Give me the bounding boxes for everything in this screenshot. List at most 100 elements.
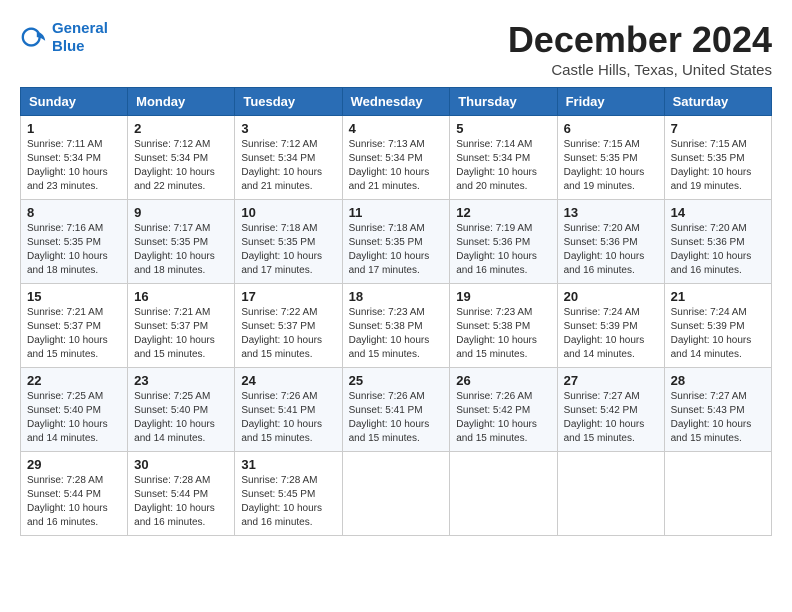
day-detail: Sunrise: 7:25 AMSunset: 5:40 PMDaylight:… (27, 391, 108, 444)
day-number: 4 (349, 121, 444, 136)
day-number: 24 (241, 373, 335, 388)
day-detail: Sunrise: 7:18 AMSunset: 5:35 PMDaylight:… (349, 223, 430, 276)
day-number: 13 (564, 205, 658, 220)
day-detail: Sunrise: 7:24 AMSunset: 5:39 PMDaylight:… (564, 307, 645, 360)
table-row: 26 Sunrise: 7:26 AMSunset: 5:42 PMDaylig… (450, 367, 557, 451)
day-detail: Sunrise: 7:21 AMSunset: 5:37 PMDaylight:… (27, 307, 108, 360)
day-number: 9 (134, 205, 228, 220)
table-row: 29 Sunrise: 7:28 AMSunset: 5:44 PMDaylig… (21, 451, 128, 535)
table-row: 2 Sunrise: 7:12 AMSunset: 5:34 PMDayligh… (128, 115, 235, 199)
day-detail: Sunrise: 7:19 AMSunset: 5:36 PMDaylight:… (456, 223, 537, 276)
day-number: 27 (564, 373, 658, 388)
day-number: 25 (349, 373, 444, 388)
calendar-table: Sunday Monday Tuesday Wednesday Thursday… (20, 87, 772, 536)
day-number: 29 (27, 457, 121, 472)
table-row: 4 Sunrise: 7:13 AMSunset: 5:34 PMDayligh… (342, 115, 450, 199)
table-row: 21 Sunrise: 7:24 AMSunset: 5:39 PMDaylig… (664, 283, 771, 367)
page-container: General Blue December 2024 Castle Hills,… (20, 20, 772, 536)
table-row: 31 Sunrise: 7:28 AMSunset: 5:45 PMDaylig… (235, 451, 342, 535)
location-title: Castle Hills, Texas, United States (508, 62, 772, 79)
day-detail: Sunrise: 7:20 AMSunset: 5:36 PMDaylight:… (671, 223, 752, 276)
day-detail: Sunrise: 7:11 AMSunset: 5:34 PMDaylight:… (27, 139, 108, 192)
day-number: 6 (564, 121, 658, 136)
day-number: 19 (456, 289, 550, 304)
day-number: 22 (27, 373, 121, 388)
day-detail: Sunrise: 7:26 AMSunset: 5:41 PMDaylight:… (241, 391, 322, 444)
table-row: 30 Sunrise: 7:28 AMSunset: 5:44 PMDaylig… (128, 451, 235, 535)
table-row: 19 Sunrise: 7:23 AMSunset: 5:38 PMDaylig… (450, 283, 557, 367)
day-detail: Sunrise: 7:17 AMSunset: 5:35 PMDaylight:… (134, 223, 215, 276)
header: General Blue December 2024 Castle Hills,… (20, 20, 772, 79)
col-tuesday: Tuesday (235, 87, 342, 115)
col-friday: Friday (557, 87, 664, 115)
day-number: 14 (671, 205, 765, 220)
day-detail: Sunrise: 7:27 AMSunset: 5:43 PMDaylight:… (671, 391, 752, 444)
logo-line1: General (52, 20, 108, 37)
day-number: 23 (134, 373, 228, 388)
table-row: 8 Sunrise: 7:16 AMSunset: 5:35 PMDayligh… (21, 199, 128, 283)
day-number: 8 (27, 205, 121, 220)
day-detail: Sunrise: 7:12 AMSunset: 5:34 PMDaylight:… (134, 139, 215, 192)
calendar-row: 15 Sunrise: 7:21 AMSunset: 5:37 PMDaylig… (21, 283, 772, 367)
table-row: 12 Sunrise: 7:19 AMSunset: 5:36 PMDaylig… (450, 199, 557, 283)
calendar-row: 8 Sunrise: 7:16 AMSunset: 5:35 PMDayligh… (21, 199, 772, 283)
day-detail: Sunrise: 7:27 AMSunset: 5:42 PMDaylight:… (564, 391, 645, 444)
day-detail: Sunrise: 7:21 AMSunset: 5:37 PMDaylight:… (134, 307, 215, 360)
month-title: December 2024 (508, 20, 772, 60)
table-row: 15 Sunrise: 7:21 AMSunset: 5:37 PMDaylig… (21, 283, 128, 367)
logo: General Blue (20, 20, 108, 56)
table-row: 13 Sunrise: 7:20 AMSunset: 5:36 PMDaylig… (557, 199, 664, 283)
day-number: 21 (671, 289, 765, 304)
day-detail: Sunrise: 7:12 AMSunset: 5:34 PMDaylight:… (241, 139, 322, 192)
day-number: 20 (564, 289, 658, 304)
table-row: 23 Sunrise: 7:25 AMSunset: 5:40 PMDaylig… (128, 367, 235, 451)
day-detail: Sunrise: 7:26 AMSunset: 5:41 PMDaylight:… (349, 391, 430, 444)
day-number: 30 (134, 457, 228, 472)
col-saturday: Saturday (664, 87, 771, 115)
table-row: 3 Sunrise: 7:12 AMSunset: 5:34 PMDayligh… (235, 115, 342, 199)
title-area: December 2024 Castle Hills, Texas, Unite… (508, 20, 772, 79)
calendar-row: 22 Sunrise: 7:25 AMSunset: 5:40 PMDaylig… (21, 367, 772, 451)
calendar-header-row: Sunday Monday Tuesday Wednesday Thursday… (21, 87, 772, 115)
table-row (342, 451, 450, 535)
table-row: 22 Sunrise: 7:25 AMSunset: 5:40 PMDaylig… (21, 367, 128, 451)
calendar-row: 1 Sunrise: 7:11 AMSunset: 5:34 PMDayligh… (21, 115, 772, 199)
day-detail: Sunrise: 7:25 AMSunset: 5:40 PMDaylight:… (134, 391, 215, 444)
table-row: 10 Sunrise: 7:18 AMSunset: 5:35 PMDaylig… (235, 199, 342, 283)
day-detail: Sunrise: 7:28 AMSunset: 5:45 PMDaylight:… (241, 475, 322, 528)
table-row: 7 Sunrise: 7:15 AMSunset: 5:35 PMDayligh… (664, 115, 771, 199)
day-number: 2 (134, 121, 228, 136)
day-number: 16 (134, 289, 228, 304)
day-number: 26 (456, 373, 550, 388)
day-number: 18 (349, 289, 444, 304)
col-wednesday: Wednesday (342, 87, 450, 115)
table-row: 11 Sunrise: 7:18 AMSunset: 5:35 PMDaylig… (342, 199, 450, 283)
day-detail: Sunrise: 7:28 AMSunset: 5:44 PMDaylight:… (134, 475, 215, 528)
logo-text: General Blue (52, 20, 108, 56)
day-detail: Sunrise: 7:14 AMSunset: 5:34 PMDaylight:… (456, 139, 537, 192)
day-detail: Sunrise: 7:16 AMSunset: 5:35 PMDaylight:… (27, 223, 108, 276)
logo-icon (20, 24, 48, 52)
table-row: 18 Sunrise: 7:23 AMSunset: 5:38 PMDaylig… (342, 283, 450, 367)
day-detail: Sunrise: 7:28 AMSunset: 5:44 PMDaylight:… (27, 475, 108, 528)
day-number: 17 (241, 289, 335, 304)
day-number: 28 (671, 373, 765, 388)
table-row: 27 Sunrise: 7:27 AMSunset: 5:42 PMDaylig… (557, 367, 664, 451)
col-sunday: Sunday (21, 87, 128, 115)
table-row: 9 Sunrise: 7:17 AMSunset: 5:35 PMDayligh… (128, 199, 235, 283)
day-detail: Sunrise: 7:15 AMSunset: 5:35 PMDaylight:… (671, 139, 752, 192)
table-row: 17 Sunrise: 7:22 AMSunset: 5:37 PMDaylig… (235, 283, 342, 367)
table-row: 25 Sunrise: 7:26 AMSunset: 5:41 PMDaylig… (342, 367, 450, 451)
day-number: 1 (27, 121, 121, 136)
day-number: 15 (27, 289, 121, 304)
day-detail: Sunrise: 7:26 AMSunset: 5:42 PMDaylight:… (456, 391, 537, 444)
table-row: 6 Sunrise: 7:15 AMSunset: 5:35 PMDayligh… (557, 115, 664, 199)
day-detail: Sunrise: 7:13 AMSunset: 5:34 PMDaylight:… (349, 139, 430, 192)
table-row: 14 Sunrise: 7:20 AMSunset: 5:36 PMDaylig… (664, 199, 771, 283)
table-row (450, 451, 557, 535)
day-number: 3 (241, 121, 335, 136)
day-number: 5 (456, 121, 550, 136)
table-row: 20 Sunrise: 7:24 AMSunset: 5:39 PMDaylig… (557, 283, 664, 367)
col-monday: Monday (128, 87, 235, 115)
day-detail: Sunrise: 7:15 AMSunset: 5:35 PMDaylight:… (564, 139, 645, 192)
